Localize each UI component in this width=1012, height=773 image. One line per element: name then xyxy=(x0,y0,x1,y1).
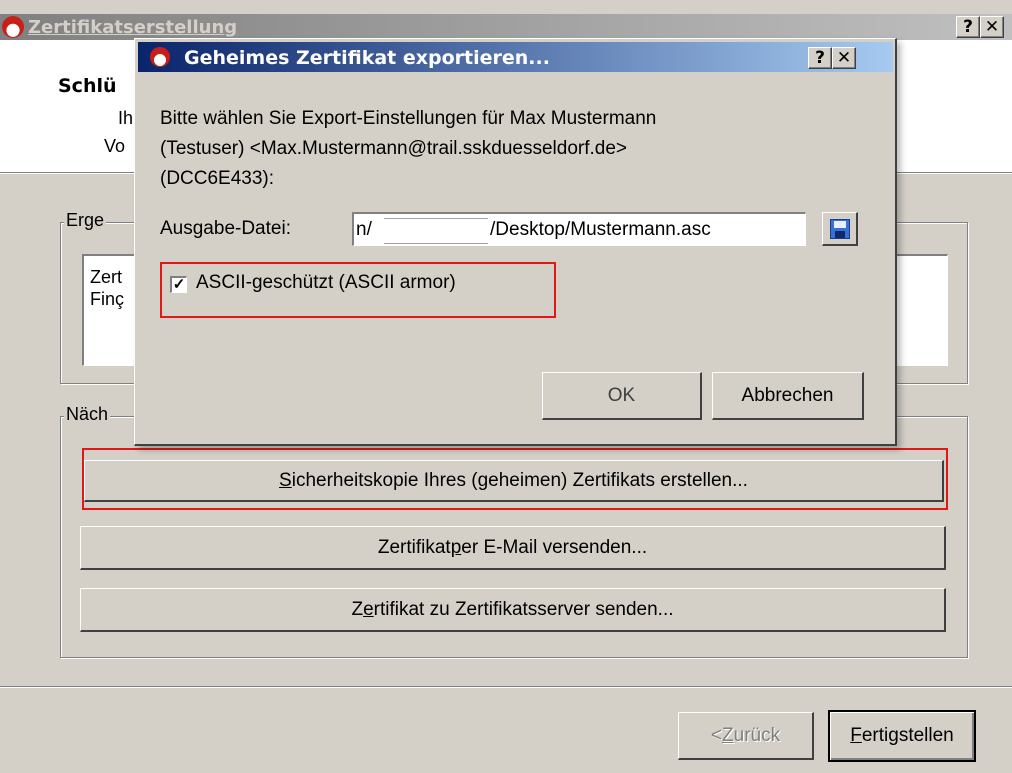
dialog-prompt-line3: (DCC6E433): xyxy=(160,168,275,189)
send-to-server-button[interactable]: Ze rtifikat zu Zertifikatsserver senden..… xyxy=(80,588,946,632)
output-file-input[interactable]: n/ /Desktop/Mustermann.asc xyxy=(352,212,806,246)
dialog-app-icon xyxy=(150,47,170,67)
server-label-rest: rtifikat zu Zertifikatsserver senden... xyxy=(373,598,674,620)
help-button[interactable]: ? xyxy=(956,16,980,38)
result-text-line1: Zert xyxy=(90,267,123,287)
finish-label-rest: ertigstellen xyxy=(861,725,954,746)
dialog-close-button[interactable]: ✕ xyxy=(832,47,856,69)
output-path-end: /Desktop/Mustermann.asc xyxy=(490,219,711,240)
floppy-disk-icon xyxy=(830,219,850,239)
dialog-title: Geheimes Zertifikat exportieren... xyxy=(184,47,550,69)
ok-button[interactable]: OK xyxy=(542,372,702,420)
ascii-armor-label: ASCII-geschützt (ASCII armor) xyxy=(196,272,456,293)
cancel-button[interactable]: Abbrechen xyxy=(712,372,864,420)
backup-label-mnemonic: S xyxy=(279,469,292,491)
email-label-mnemonic: p xyxy=(450,536,462,558)
redacted-username-area xyxy=(384,218,488,244)
back-button[interactable]: < Zurück xyxy=(678,712,814,760)
dialog-prompt-line1: Bitte wählen Sie Export-Einstellungen fü… xyxy=(160,108,657,129)
back-label-mnemonic: Z xyxy=(722,724,734,746)
server-label-prefix: Z xyxy=(351,598,364,620)
finish-button[interactable]: Fertigstellen xyxy=(828,710,976,762)
dialog-help-button[interactable]: ? xyxy=(808,47,832,69)
next-steps-group-label: Näch xyxy=(64,404,111,425)
output-path-start: n/ xyxy=(356,219,372,240)
dialog-prompt-line2: (Testuser) <Max.Mustermann@trail.sskdues… xyxy=(160,138,628,159)
close-button[interactable]: ✕ xyxy=(980,16,1004,38)
save-as-button[interactable] xyxy=(822,212,858,246)
backup-certificate-button[interactable]: Sicherheitskopie Ihres (geheimen) Zertif… xyxy=(84,460,944,502)
email-label-prefix: Zertifikat xyxy=(377,536,451,558)
result-group-label: Erge xyxy=(64,210,107,231)
back-label-prefix: < xyxy=(710,724,723,746)
email-certificate-button[interactable]: Zertifikat p er E-Mail versenden... xyxy=(80,526,946,570)
result-text-line2: Finç xyxy=(90,289,125,309)
finish-label-mnemonic: F xyxy=(850,725,862,746)
output-file-label: Ausgabe-Datei: xyxy=(160,218,291,239)
server-label-mnemonic: e xyxy=(363,598,374,620)
ascii-armor-checkbox[interactable]: ✓ xyxy=(170,276,187,293)
email-label-rest: er E-Mail versenden... xyxy=(461,536,648,558)
back-label-rest: urück xyxy=(733,724,781,746)
dialog-prompt: Bitte wählen Sie Export-Einstellungen fü… xyxy=(160,104,860,194)
wizard-page-subtitle-line2: Vo xyxy=(104,136,126,156)
main-window-title: Zertifikatserstellung xyxy=(28,17,238,38)
dialog-title-bar: Geheimes Zertifikat exportieren... ? ✕ xyxy=(138,42,893,72)
app-icon xyxy=(2,16,24,38)
wizard-page-title: Schlü xyxy=(58,75,117,97)
backup-label-rest: icherheitskopie Ihres (geheimen) Zertifi… xyxy=(291,469,748,491)
main-title-bar: Zertifikatserstellung ? ✕ xyxy=(0,14,1012,40)
